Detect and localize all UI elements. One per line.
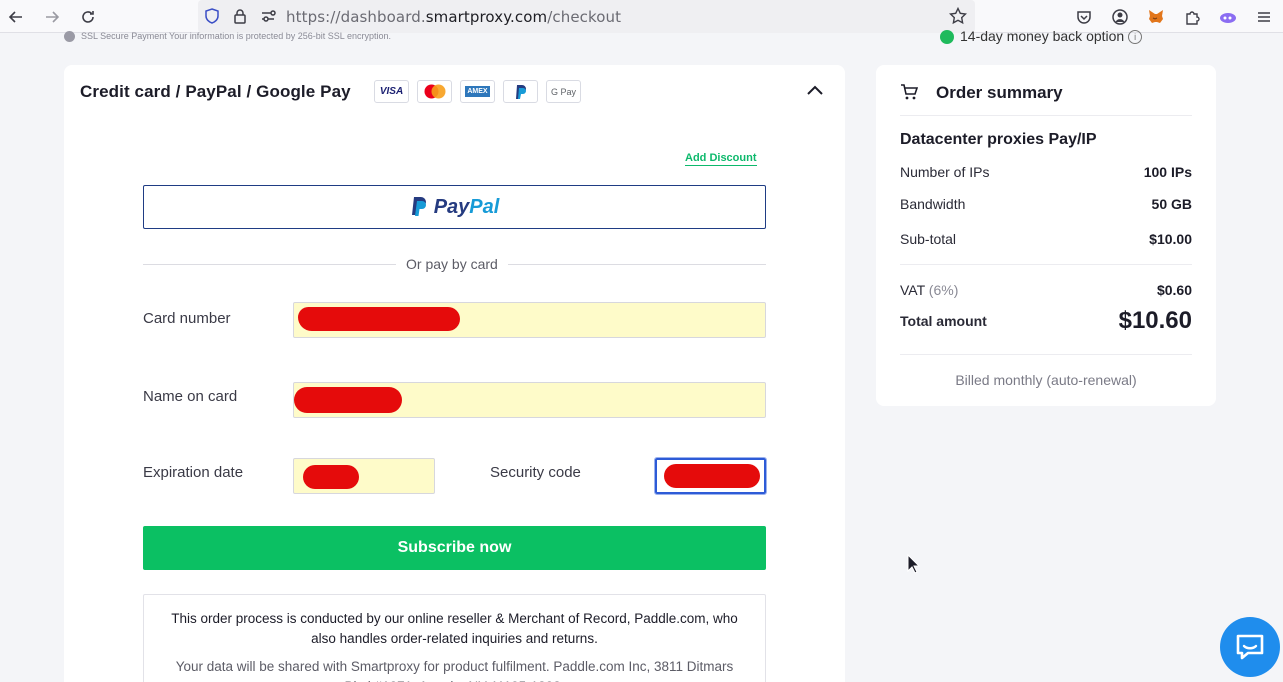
redaction-mark <box>664 464 760 488</box>
summary-divider <box>900 264 1192 265</box>
chat-bubble-icon <box>1236 634 1264 660</box>
permissions-icon[interactable] <box>260 8 278 29</box>
shield-icon[interactable] <box>204 8 220 29</box>
info-icon[interactable]: i <box>1128 30 1143 45</box>
card-number-label: Card number <box>143 310 231 327</box>
security-code-input[interactable] <box>654 457 767 495</box>
add-discount-link[interactable]: Add Discount <box>685 152 757 166</box>
redaction-mark <box>303 465 359 489</box>
name-on-card-input[interactable] <box>293 382 766 418</box>
reload-icon[interactable] <box>76 5 100 29</box>
card-logos: VISA AMEX G Pay <box>374 80 581 103</box>
summary-row-total: Total amount $10.60 <box>900 307 1192 334</box>
metamask-fox-icon[interactable] <box>1144 5 1168 29</box>
shopping-cart-icon <box>900 83 919 106</box>
extension-cloud-icon[interactable] <box>1216 5 1240 29</box>
reseller-notice: This order process is conducted by our o… <box>143 594 766 682</box>
summary-row-bandwidth: Bandwidth 50 GB <box>900 196 1192 212</box>
amex-logo-icon: AMEX <box>460 80 495 103</box>
order-summary-title: Order summary <box>936 83 1063 102</box>
mastercard-logo-icon <box>417 80 452 103</box>
order-summary-header: Order summary <box>900 65 1192 116</box>
billing-frequency-note: Billed monthly (auto-renewal) <box>955 372 1137 388</box>
summary-row-subtotal: Sub-total $10.00 <box>900 231 1192 247</box>
data-sharing-text: Your data will be shared with Smartproxy… <box>175 659 734 682</box>
visa-logo-icon: VISA <box>374 80 409 103</box>
forward-arrow-icon[interactable] <box>40 5 64 29</box>
name-on-card-label: Name on card <box>143 388 238 405</box>
ssl-secure-note: SSL Secure Payment Your information is p… <box>64 31 391 43</box>
card-number-input[interactable] <box>293 302 766 338</box>
ssl-lock-icon <box>64 31 75 43</box>
order-summary-card: Order summary Datacenter proxies Pay/IP … <box>876 65 1216 406</box>
extensions-puzzle-icon[interactable] <box>1180 5 1204 29</box>
paypal-button[interactable]: PayPal <box>143 185 766 229</box>
plan-name: Datacenter proxies Pay/IP <box>900 131 1097 148</box>
security-code-label: Security code <box>490 464 581 481</box>
url-text: https://dashboard.smartproxy.com/checkou… <box>286 8 622 26</box>
payment-method-title: Credit card / PayPal / Google Pay <box>80 82 351 101</box>
collapse-chevron-up-icon[interactable] <box>806 82 824 105</box>
summary-row-vat: VAT (6%) $0.60 <box>900 282 1192 298</box>
redaction-mark <box>294 387 402 413</box>
summary-row-ips: Number of IPs 100 IPs <box>900 164 1192 180</box>
subscribe-now-button[interactable]: Subscribe now <box>143 526 766 570</box>
paypal-wordmark: PayPal <box>433 195 500 218</box>
money-back-note: 14-day money back option i <box>940 28 1143 45</box>
address-bar[interactable]: https://dashboard.smartproxy.com/checkou… <box>198 0 975 33</box>
lock-icon[interactable] <box>232 8 248 29</box>
check-icon <box>940 30 954 45</box>
mouse-cursor-icon <box>907 553 921 579</box>
google-pay-logo-icon: G Pay <box>546 80 581 103</box>
live-chat-button[interactable] <box>1220 617 1280 677</box>
payment-card: Credit card / PayPal / Google Pay VISA A… <box>64 65 845 682</box>
expiration-date-label: Expiration date <box>143 464 244 481</box>
back-arrow-icon[interactable] <box>4 5 28 29</box>
menu-hamburger-icon[interactable] <box>1252 5 1276 29</box>
bookmark-star-icon[interactable] <box>948 6 968 30</box>
account-icon[interactable] <box>1108 5 1132 29</box>
paypal-logo-icon <box>503 80 538 103</box>
paypal-p-icon <box>411 197 426 216</box>
or-pay-by-card-text: Or pay by card <box>396 256 508 272</box>
pocket-icon[interactable] <box>1072 5 1096 29</box>
summary-divider <box>900 354 1192 355</box>
reseller-notice-text: This order process is conducted by our o… <box>171 611 738 646</box>
expiration-date-input[interactable] <box>293 458 435 494</box>
redaction-mark <box>298 307 460 331</box>
